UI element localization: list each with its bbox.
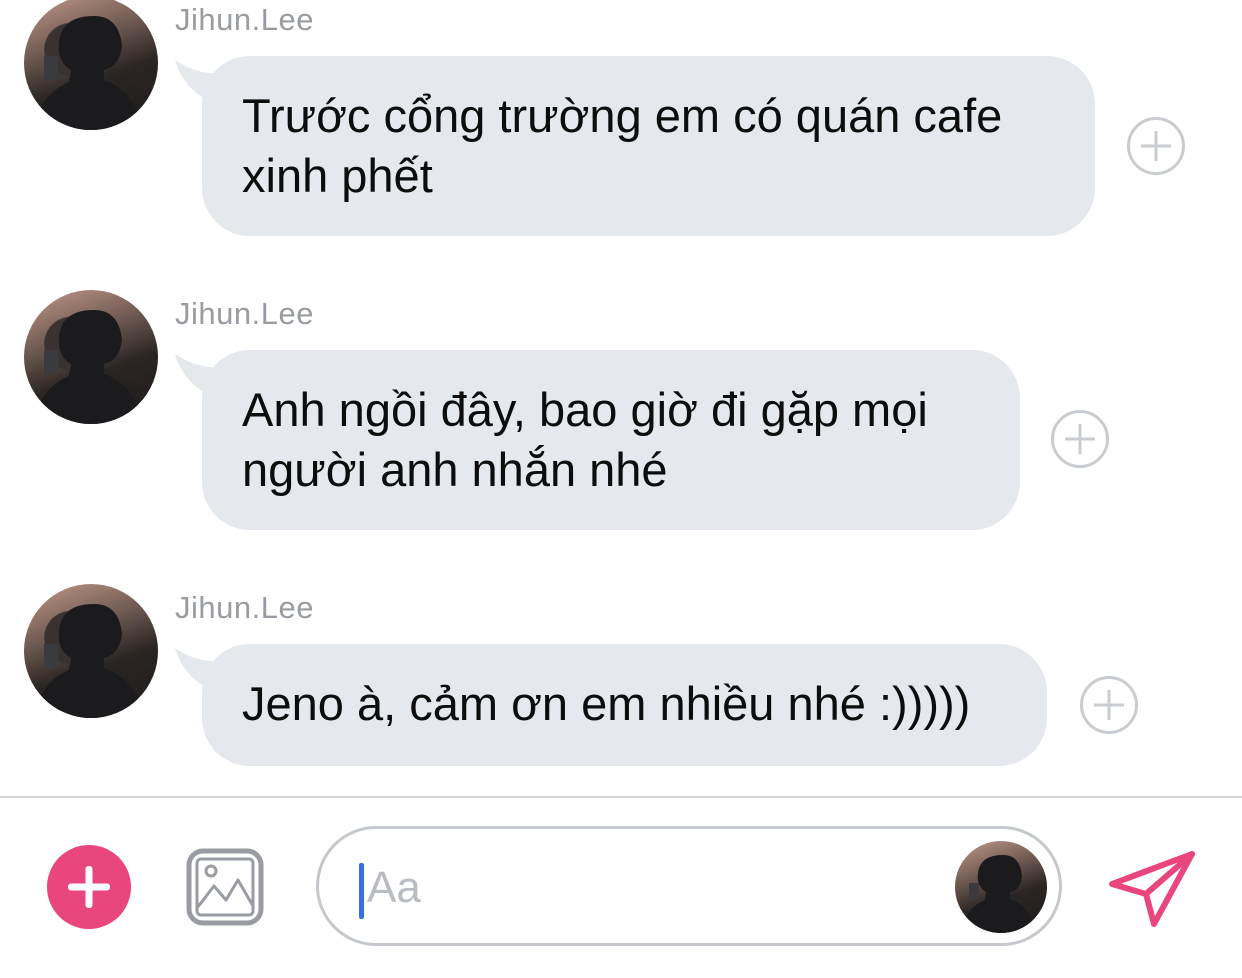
composer-bar: Aa	[0, 796, 1242, 978]
image-icon[interactable]	[186, 848, 264, 926]
message-line: Anh ngồi đây, bao giờ đi gặp mọi	[242, 383, 928, 436]
message-bubble[interactable]: Anh ngồi đây, bao giờ đi gặp mọi người a…	[202, 350, 1020, 530]
avatar[interactable]	[955, 841, 1047, 933]
add-reaction-icon[interactable]	[1051, 410, 1109, 468]
message-thread: Jihun.Lee Trước cổng trường em có quán c…	[0, 0, 1242, 796]
sender-name: Jihun.Lee	[175, 296, 314, 331]
add-reaction-icon[interactable]	[1080, 676, 1138, 734]
message-line: Trước cổng trường em có quán cafe	[242, 89, 1003, 142]
add-reaction-icon[interactable]	[1127, 117, 1185, 175]
sender-name: Jihun.Lee	[175, 2, 314, 37]
avatar[interactable]	[24, 0, 158, 130]
message-bubble[interactable]: Trước cổng trường em có quán cafe xinh p…	[202, 56, 1095, 236]
avatar[interactable]	[24, 584, 158, 718]
message-line: người anh nhắn nhé	[242, 443, 668, 496]
message-line: xinh phết	[242, 149, 433, 202]
message-bubble[interactable]: Jeno à, cảm ơn em nhiều nhé :)))))	[202, 644, 1047, 766]
text-caret	[359, 863, 364, 919]
message-input[interactable]: Aa	[316, 826, 1062, 946]
avatar[interactable]	[24, 290, 158, 424]
plus-icon[interactable]	[47, 845, 131, 929]
sender-name: Jihun.Lee	[175, 590, 314, 625]
message-line: Jeno à, cảm ơn em nhiều nhé :)))))	[242, 677, 971, 730]
input-placeholder: Aa	[367, 863, 421, 912]
send-icon[interactable]	[1108, 850, 1196, 928]
